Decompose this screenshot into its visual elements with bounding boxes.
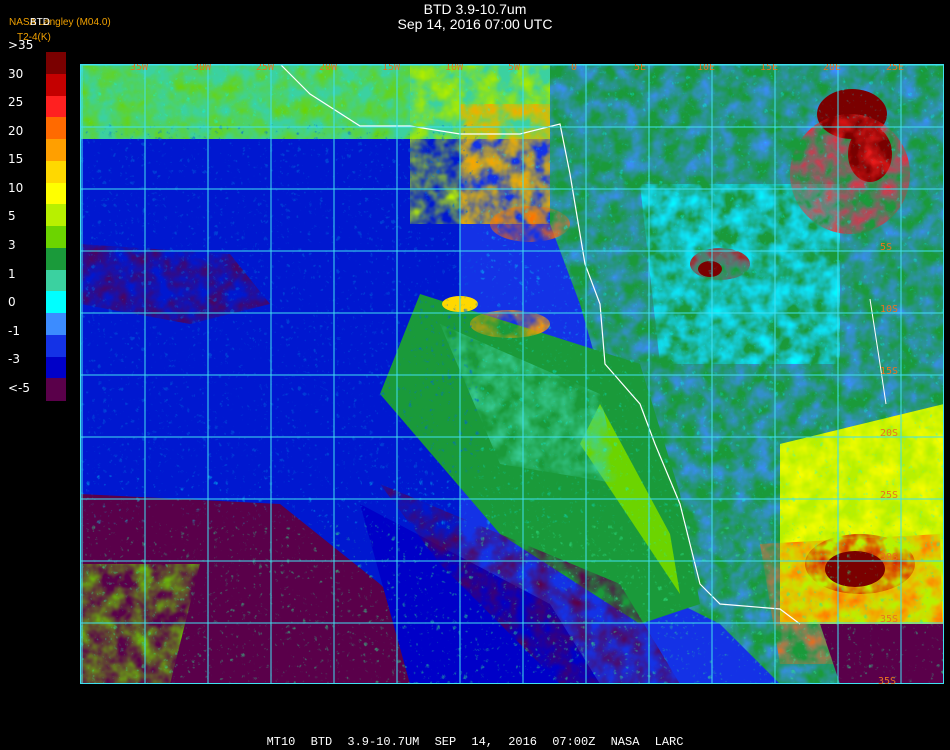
footer-caption: MT10 BTD 3.9-10.7UM SEP 14, 2016 07:00Z … <box>266 735 684 749</box>
longitude-label: 20W <box>319 64 338 73</box>
latitude-label: 15S <box>880 366 898 377</box>
colorbar-tick-label: 5 <box>8 209 16 224</box>
colorbar-tick-label: -1 <box>8 323 20 338</box>
latitude-label: 20S <box>880 428 898 439</box>
longitude-label: 20E <box>823 64 841 73</box>
longitude-label: 15W <box>382 64 401 73</box>
colorbar-segment <box>46 226 66 249</box>
colorbar-tick-label: 10 <box>8 180 24 195</box>
colorbar-tick-label: 30 <box>8 66 24 81</box>
satellite-map: 35W30W25W20W15W10W5W05E10E15E20E25E30E 5… <box>80 64 944 684</box>
latitude-label: 35S <box>880 614 898 625</box>
timestamp: Sep 14, 2016 07:00 UTC <box>397 16 553 32</box>
latitude-label: 25S <box>880 490 898 501</box>
longitude-label: 10W <box>445 64 464 73</box>
longitude-label: 0 <box>571 64 577 73</box>
colorbar-segment <box>46 117 66 140</box>
longitude-label: 5W <box>508 64 521 73</box>
colorbar-segment <box>46 269 66 292</box>
colorbar-segment <box>46 313 66 336</box>
colorbar-tick-label: 25 <box>8 95 24 110</box>
longitude-label: 30W <box>193 64 212 73</box>
colorbar-tick-label: -3 <box>8 352 20 367</box>
colorbar-segment <box>46 160 66 183</box>
colorbar-tick-label: 0 <box>8 295 16 310</box>
colorbar-segment <box>46 204 66 227</box>
colorbar-tick-label: 1 <box>8 266 16 281</box>
longitude-label: 25E <box>886 64 904 73</box>
unit-label-top: BTD <box>30 17 50 28</box>
colorbar-tick-label: 3 <box>8 237 16 252</box>
colorbar-segment <box>46 52 66 75</box>
latitude-label: 35S <box>878 676 896 684</box>
latitude-label: 10S <box>880 304 898 315</box>
latitude-label: 30S <box>880 552 898 563</box>
page-title: BTD 3.9-10.7um Sep 14, 2016 07:00 UTC <box>0 2 950 32</box>
colorbar-segment <box>46 334 66 357</box>
credit-label: NASA Langley (M04.0) <box>9 17 111 28</box>
colorbar-segment <box>46 182 66 205</box>
longitude-label: 5E <box>634 64 646 73</box>
colorbar-tick-label: <-5 <box>8 380 31 395</box>
product-title: BTD 3.9-10.7um <box>423 1 527 17</box>
longitude-label: 25W <box>256 64 275 73</box>
colorbar-segment <box>46 356 66 379</box>
colorbar <box>46 52 66 401</box>
btd-field <box>80 64 944 684</box>
colorbar-segment <box>46 139 66 162</box>
colorbar-segment <box>46 73 66 96</box>
longitude-label: 15E <box>760 64 778 73</box>
longitude-label: 35W <box>130 64 149 73</box>
colorbar-tick-label: 20 <box>8 123 24 138</box>
colorbar-tick-label: >35 <box>8 38 34 52</box>
longitude-label: 10E <box>697 64 715 73</box>
colorbar-segment <box>46 95 66 118</box>
colorbar-segment <box>46 378 66 401</box>
colorbar-segment <box>46 247 66 270</box>
colorbar-tick-label: 15 <box>8 152 24 167</box>
latitude-label: 5S <box>880 242 892 253</box>
colorbar-segment <box>46 291 66 314</box>
